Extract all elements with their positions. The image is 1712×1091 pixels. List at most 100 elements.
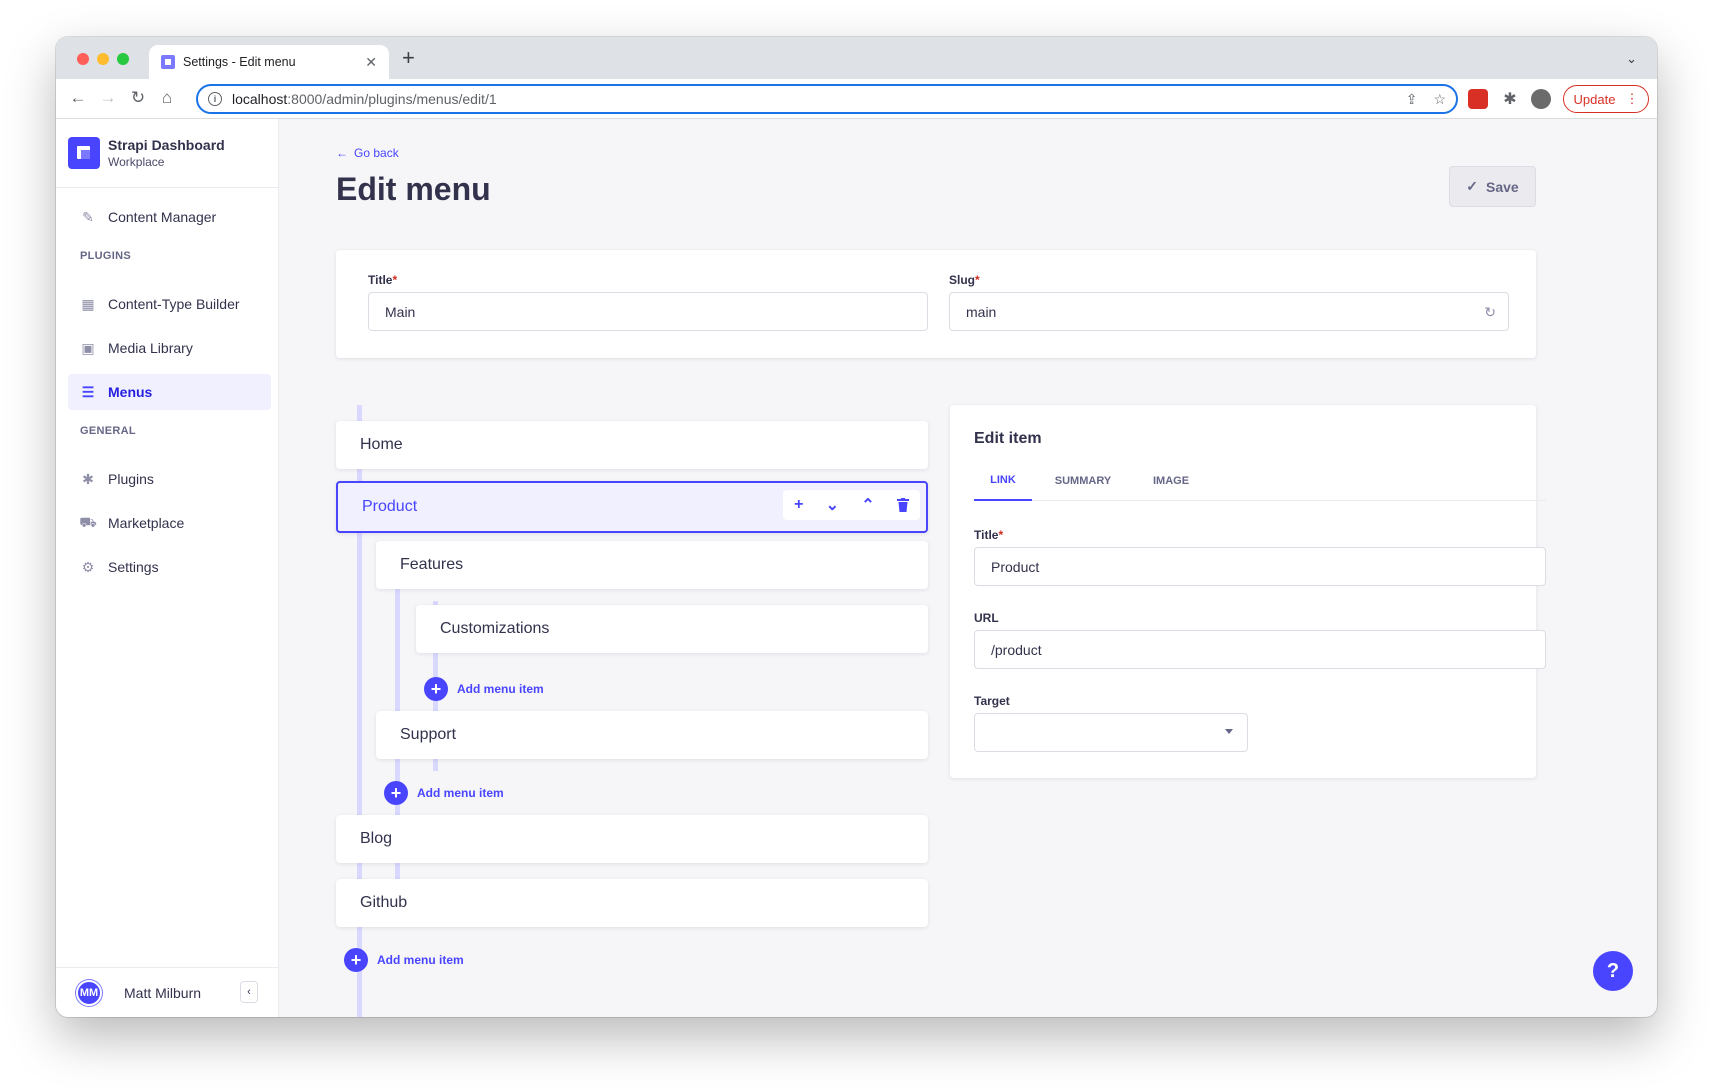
plus-circle-icon: + <box>384 781 408 805</box>
menu-settings-card: Title* Main Slug* main ↻ <box>336 250 1536 358</box>
menu-item-github[interactable]: Github <box>336 879 928 927</box>
item-target-select[interactable] <box>974 713 1248 752</box>
address-bar[interactable]: i localhost:8000/admin/plugins/menus/edi… <box>196 84 1458 114</box>
sidebar-item-label: Settings <box>108 559 159 575</box>
go-back-label: Go back <box>354 146 399 160</box>
menu-item-home[interactable]: Home <box>336 421 928 469</box>
sidebar-item-label: Menus <box>108 384 153 400</box>
tab-image[interactable]: IMAGE <box>1134 461 1208 501</box>
save-label: Save <box>1486 178 1519 195</box>
item-url-input[interactable]: /product <box>974 630 1546 669</box>
layout-icon: ▦ <box>81 295 95 312</box>
url-host: localhost <box>232 91 288 107</box>
sidebar-item-marketplace[interactable]: ⛟ Marketplace <box>68 505 271 541</box>
add-menu-item-label: Add menu item <box>377 953 464 967</box>
slug-field-label: Slug* <box>949 273 980 287</box>
sidebar-item-label: Plugins <box>108 471 154 487</box>
sidebar-item-plugins[interactable]: ✱ Plugins <box>68 461 271 497</box>
save-button[interactable]: ✓ Save <box>1449 166 1536 207</box>
site-info-icon[interactable]: i <box>208 92 222 106</box>
reload-icon[interactable]: ↻ <box>127 87 149 109</box>
move-up-icon[interactable]: ⌃ <box>861 495 874 515</box>
menu-slug-input[interactable]: main ↻ <box>949 292 1509 331</box>
tab-close-icon[interactable]: ✕ <box>365 54 377 71</box>
arrow-left-icon: ← <box>336 146 348 160</box>
home-icon[interactable]: ⌂ <box>156 87 178 109</box>
add-menu-item-label: Add menu item <box>457 682 544 696</box>
go-back-link[interactable]: ← Go back <box>336 146 399 160</box>
slug-value: main <box>966 303 997 320</box>
add-menu-item-button[interactable]: + Add menu item <box>384 781 504 805</box>
more-vertical-icon: ⋮ <box>1625 91 1639 106</box>
extensions-puzzle-icon[interactable]: ✱ <box>1500 89 1520 109</box>
sidebar-item-label: Content-Type Builder <box>108 296 240 312</box>
regenerate-slug-icon[interactable]: ↻ <box>1484 304 1496 321</box>
sidebar-item-media-library[interactable]: ▣ Media Library <box>68 330 271 366</box>
browser-tabstrip: Settings - Edit menu ✕ + ⌄ <box>56 37 1657 79</box>
update-label: Update <box>1573 91 1616 107</box>
add-menu-item-button[interactable]: + Add menu item <box>424 677 544 701</box>
trash-icon[interactable] <box>896 498 909 512</box>
pencil-icon: ✎ <box>82 208 94 225</box>
tab-summary[interactable]: SUMMARY <box>1032 461 1134 501</box>
collapse-sidebar-button[interactable]: ‹ <box>240 981 258 1003</box>
tab-link[interactable]: LINK <box>974 461 1032 501</box>
back-arrow-icon[interactable]: ← <box>67 87 89 109</box>
sidebar-item-label: Content Manager <box>108 209 217 225</box>
sidebar-item-menus[interactable]: ☰ Menus <box>68 374 271 410</box>
sidebar-item-content-manager[interactable]: ✎ Content Manager <box>68 199 271 235</box>
browser-toolbar: ← → ↻ ⌂ i localhost:8000/admin/plugins/m… <box>56 79 1657 119</box>
user-avatar[interactable]: MM <box>76 979 102 1006</box>
image-icon: ▣ <box>81 339 95 356</box>
sidebar-item-content-type-builder[interactable]: ▦ Content-Type Builder <box>68 286 271 322</box>
page-title: Edit menu <box>336 171 491 207</box>
title-field-label: Title* <box>368 273 398 287</box>
browser-window: Settings - Edit menu ✕ + ⌄ ← → ↻ ⌂ i loc… <box>56 37 1657 1017</box>
forward-arrow-icon[interactable]: → <box>97 87 119 109</box>
strapi-app: Strapi Dashboard Workplace ✎ Content Man… <box>56 119 1657 1017</box>
browser-update-button[interactable]: Update ⋮ <box>1563 85 1649 113</box>
item-title-input[interactable]: Product <box>974 547 1546 586</box>
browser-tab-title: Settings - Edit menu <box>183 55 296 69</box>
item-actions: + ⌄ ⌃ <box>783 490 920 520</box>
main-content: ← Go back Edit menu ✓ Save Title* Main S… <box>280 119 1657 1017</box>
close-window-button[interactable] <box>77 53 89 65</box>
menu-title-input[interactable]: Main <box>368 292 928 331</box>
sidebar-item-settings[interactable]: ⚙ Settings <box>68 549 271 585</box>
menu-item-support[interactable]: Support <box>376 711 928 759</box>
add-child-icon[interactable]: + <box>794 496 803 514</box>
caret-down-icon <box>1225 729 1233 734</box>
menu-item-features[interactable]: Features <box>376 541 928 589</box>
sidebar: Strapi Dashboard Workplace ✎ Content Man… <box>56 119 279 1017</box>
brand-title: Strapi Dashboard <box>108 137 225 153</box>
user-name[interactable]: Matt Milburn <box>124 985 201 1001</box>
bookmark-star-icon[interactable]: ☆ <box>1433 91 1446 108</box>
menu-item-customizations[interactable]: Customizations <box>416 605 928 653</box>
browser-tab-active[interactable]: Settings - Edit menu ✕ <box>149 45 389 79</box>
edit-item-tabs: LINK SUMMARY IMAGE <box>974 461 1546 501</box>
menu-item-blog[interactable]: Blog <box>336 815 928 863</box>
add-menu-item-button[interactable]: + Add menu item <box>344 948 464 972</box>
minimize-window-button[interactable] <box>97 53 109 65</box>
sidebar-footer: MM Matt Milburn ‹ <box>56 967 278 1017</box>
profile-avatar-icon[interactable] <box>1531 89 1551 109</box>
item-title-label: Title* <box>974 528 1004 542</box>
help-button[interactable]: ? <box>1593 951 1633 991</box>
share-icon[interactable]: ⇪ <box>1406 91 1418 108</box>
extension-red-icon[interactable] <box>1468 89 1488 109</box>
menu-item-label: Product <box>362 498 418 515</box>
cart-icon: ⛟ <box>79 513 97 530</box>
edit-item-panel: Edit item LINK SUMMARY IMAGE Title* Prod… <box>950 405 1546 778</box>
zoom-window-button[interactable] <box>117 53 129 65</box>
strapi-favicon-icon <box>161 55 175 69</box>
item-url-label: URL <box>974 611 999 625</box>
new-tab-button[interactable]: + <box>402 47 415 69</box>
move-down-icon[interactable]: ⌄ <box>826 495 839 515</box>
add-menu-item-label: Add menu item <box>417 786 504 800</box>
menu-item-product[interactable]: Product + ⌄ ⌃ <box>336 481 928 533</box>
brand-subtitle: Workplace <box>108 155 165 169</box>
tab-search-chevron-icon[interactable]: ⌄ <box>1626 51 1637 67</box>
url-path: :8000/admin/plugins/menus/edit/1 <box>287 91 497 107</box>
sidebar-item-label: Marketplace <box>108 515 185 531</box>
strapi-logo-icon <box>68 137 100 169</box>
